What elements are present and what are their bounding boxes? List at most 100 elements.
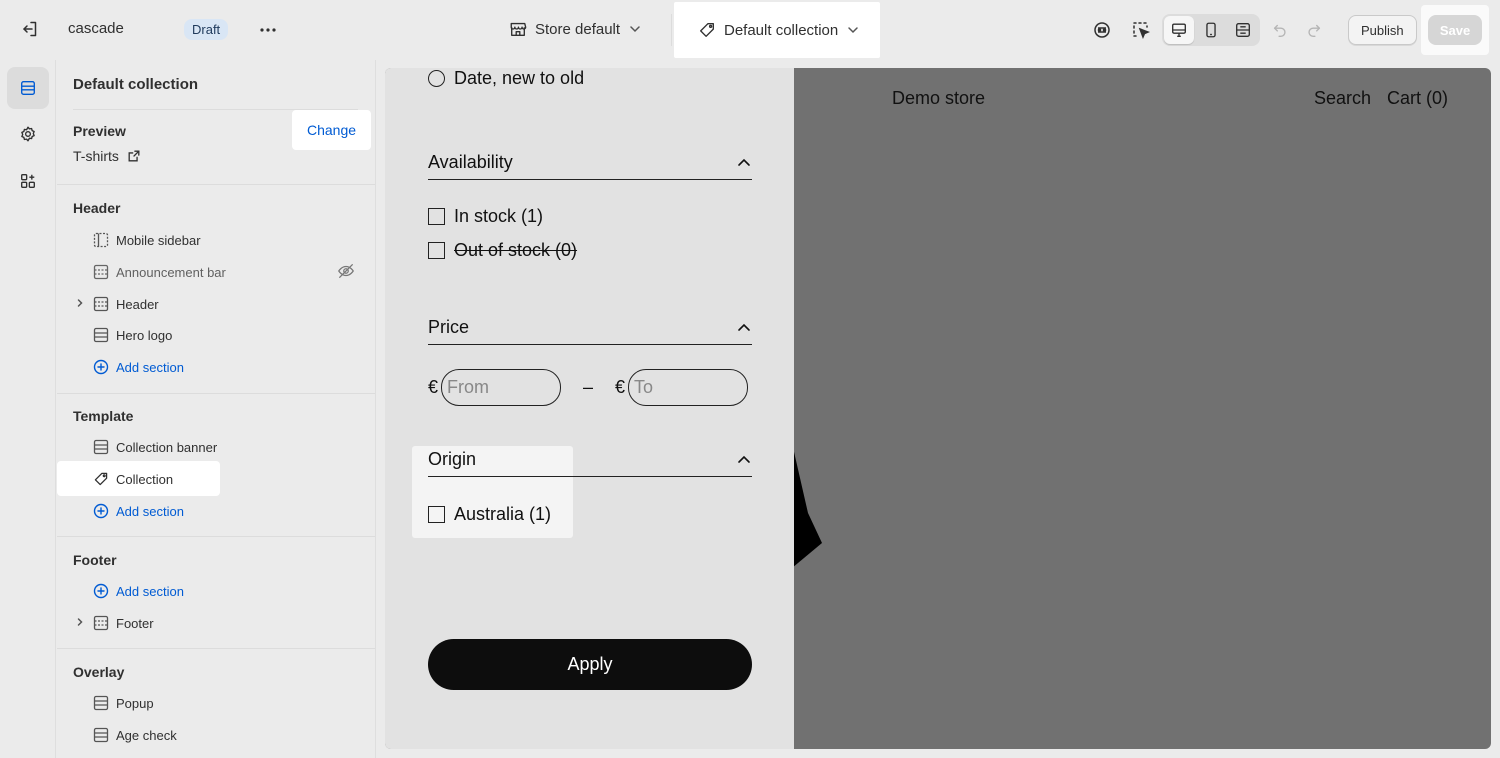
eye-hidden-icon	[338, 264, 354, 278]
sections-rail-button[interactable]	[7, 67, 49, 109]
sort-option-row[interactable]: Date, new to old	[428, 68, 584, 89]
group-label-footer: Footer	[73, 552, 117, 568]
section-item-label: Age check	[116, 727, 177, 743]
mobile-view-button[interactable]	[1196, 16, 1226, 44]
currency-symbol: €	[615, 377, 626, 397]
filter-title: Availability	[428, 152, 513, 172]
exit-button[interactable]	[14, 13, 46, 45]
chevron-up-icon	[738, 158, 750, 166]
section-item-header[interactable]: Header	[93, 293, 159, 315]
group-label-header: Header	[73, 200, 121, 216]
template-select[interactable]: Default collection	[674, 2, 881, 58]
expand-footer-chevron[interactable]	[74, 616, 86, 628]
store-title[interactable]: Demo store	[892, 88, 985, 109]
filter-option-in-stock[interactable]: In stock (1)	[428, 206, 543, 227]
plus-circle-icon	[93, 503, 109, 519]
group-label-overlay: Overlay	[73, 664, 125, 680]
divider	[57, 648, 375, 649]
desktop-icon	[1172, 23, 1186, 37]
currency-symbol: €	[428, 377, 439, 397]
section-layout-icon	[93, 727, 109, 743]
add-section-template[interactable]: Add section	[93, 500, 184, 522]
theme-select-label: Store default	[535, 20, 621, 38]
price-to-input[interactable]: To	[628, 369, 749, 406]
save-button[interactable]: Save	[1427, 15, 1483, 45]
tag-icon	[700, 23, 714, 37]
redo-button[interactable]	[1298, 14, 1330, 46]
preview-resource-link[interactable]: T-shirts	[73, 148, 141, 164]
ai-assistant-button[interactable]	[1086, 14, 1118, 46]
inspector-button[interactable]	[1125, 14, 1157, 46]
external-link-icon	[128, 150, 140, 162]
sort-radio[interactable]	[428, 70, 445, 87]
price-filter-header[interactable]: Price	[428, 311, 752, 345]
template-select-label: Default collection	[724, 21, 839, 39]
section-item-popup[interactable]: Popup	[93, 692, 154, 714]
gear-icon	[21, 126, 35, 142]
checkbox[interactable]	[428, 208, 445, 225]
divider	[57, 184, 375, 185]
undo-icon	[1273, 24, 1286, 37]
add-section-header[interactable]: Add section	[93, 356, 184, 378]
nav-search-link[interactable]: Search	[1314, 88, 1371, 109]
price-from-input[interactable]: From	[441, 369, 562, 406]
filter-option-label: Out of stock (0)	[454, 240, 578, 260]
sparkle-icon	[1094, 22, 1110, 38]
section-item-label: Popup	[116, 695, 154, 711]
mobile-icon	[1206, 22, 1216, 38]
add-section-footer[interactable]: Add section	[93, 580, 184, 602]
nav-cart-link[interactable]: Cart (0)	[1387, 88, 1448, 109]
status-badge: Draft	[184, 19, 229, 40]
section-item-collection[interactable]: Collection	[93, 468, 173, 490]
sidebar-title: Default collection	[73, 76, 199, 93]
section-item-announcement-bar[interactable]: Announcement bar	[93, 261, 226, 283]
section-sidebar: Default collection Preview Change T-shir…	[57, 60, 376, 758]
expand-header-chevron[interactable]	[74, 297, 86, 309]
exit-icon	[23, 21, 37, 37]
filter-option-out-of-stock[interactable]: Out of stock (0)	[428, 240, 577, 261]
section-item-age-check[interactable]: Age check	[93, 724, 177, 746]
availability-filter-header[interactable]: Availability	[428, 146, 752, 180]
change-preview-link[interactable]: Change	[307, 122, 356, 138]
section-layout-icon	[93, 695, 109, 711]
section-layout-icon	[93, 264, 109, 280]
checkbox[interactable]	[428, 506, 445, 523]
section-item-hero-logo[interactable]: Hero logo	[93, 324, 172, 346]
apply-filters-button[interactable]: Apply	[428, 639, 752, 690]
range-separator: –	[583, 377, 594, 397]
ellipsis-icon	[260, 28, 276, 32]
section-item-label: Collection banner	[116, 439, 218, 455]
section-layout-icon	[93, 439, 109, 455]
preview-label: Preview	[73, 123, 126, 139]
section-item-label: Hero logo	[116, 327, 173, 343]
select-cursor-icon	[1133, 22, 1151, 40]
section-item-label: Header	[116, 296, 159, 312]
section-item-collection-banner[interactable]: Collection banner	[93, 436, 217, 458]
add-section-label: Add section	[116, 503, 184, 519]
fullwidth-view-button[interactable]	[1228, 16, 1258, 44]
section-item-footer[interactable]: Footer	[93, 612, 154, 634]
more-actions-button[interactable]	[252, 14, 284, 46]
desktop-view-button[interactable]	[1164, 16, 1194, 44]
expand-icon	[1236, 23, 1250, 37]
undo-button[interactable]	[1264, 14, 1296, 46]
store-icon	[510, 22, 527, 36]
chevron-down-icon	[848, 27, 858, 34]
publish-button[interactable]: Publish	[1348, 15, 1417, 45]
section-item-mobile-sidebar[interactable]: Mobile sidebar	[93, 229, 201, 251]
device-toggle-group	[1162, 14, 1260, 46]
filter-option-label: In stock (1)	[454, 206, 544, 226]
origin-filter-header[interactable]: Origin	[428, 443, 752, 477]
sort-option-label: Date, new to old	[454, 68, 585, 88]
checkbox[interactable]	[428, 242, 445, 259]
apps-rail-button[interactable]	[7, 160, 49, 202]
filter-option-australia[interactable]: Australia (1)	[428, 504, 551, 525]
divider	[57, 536, 375, 537]
theme-select[interactable]: Store default	[509, 20, 642, 38]
settings-rail-button[interactable]	[7, 113, 49, 155]
storefront-preview[interactable]: Demo store Search Cart (0) Date, new to …	[385, 68, 1491, 749]
section-item-label: Mobile sidebar	[116, 232, 201, 248]
filter-title: Origin	[428, 449, 477, 469]
section-layout-icon	[93, 615, 109, 631]
hidden-visibility-button[interactable]	[337, 262, 355, 285]
